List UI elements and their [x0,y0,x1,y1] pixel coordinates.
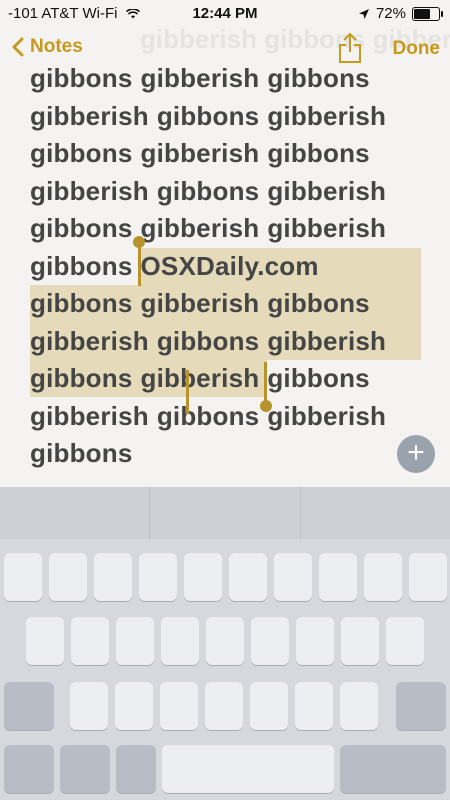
status-right: 72% [358,5,443,22]
note-line: gibbons gibberish gibberish [30,210,430,248]
note-word: gibbons [267,288,370,318]
keyboard-key[interactable] [206,617,244,665]
keyboard-key[interactable] [250,682,288,730]
note-word: gibberish [267,175,387,206]
location-arrow-icon [358,8,369,19]
note-line: gibberish gibbons gibberish [30,98,430,136]
note-word: gibbons [30,288,133,318]
keyboard-key[interactable] [161,617,199,665]
keyboard-trackpad[interactable] [0,487,450,800]
keyboard-key[interactable] [341,617,379,665]
predictive-bar [0,487,450,539]
prediction-slot[interactable] [150,487,301,539]
keyboard-key[interactable] [295,682,333,730]
keyboard-key[interactable] [116,745,156,793]
note-word: gibbons [267,138,370,168]
note-word: gibbons [156,400,260,431]
keyboard-key[interactable] [4,553,42,601]
note-body[interactable]: gibbons gibberish gibbons gibberish gibbons g… [30,60,430,473]
note-word: gibbons [30,250,133,281]
battery-percent: 72% [375,5,406,22]
prediction-slot[interactable] [301,487,450,539]
note-word: gibberish [140,288,260,318]
keyboard-key[interactable] [26,617,64,665]
note-word: gibberish [30,400,149,431]
note-word: OSXDaily.com [140,250,319,281]
keyboard-key[interactable] [184,553,222,601]
keyboard-key[interactable] [116,617,154,665]
keyboard-key[interactable] [274,553,312,601]
note-word: gibberish [267,213,387,243]
note-word: gibberish [140,363,260,393]
chevron-left-icon [12,37,24,57]
prediction-slot[interactable] [0,487,151,539]
done-button[interactable]: Done [393,38,441,60]
keyboard-key[interactable] [94,553,132,601]
note-word: gibberish [140,213,260,243]
text-cursor [186,370,189,414]
back-label: Notes [30,36,83,57]
note-word: gibberish [140,138,260,168]
keyboard-key[interactable] [205,682,243,730]
back-button[interactable]: Notes [12,36,83,58]
keyboard-key[interactable] [340,745,446,793]
note-word: gibbons [30,363,133,393]
note-word: gibberish [267,100,387,131]
note-line: gibbons [30,435,430,473]
note-word: gibberish [267,400,387,431]
note-line: gibberish gibbons gibberish [30,323,430,361]
keyboard-key[interactable] [139,553,177,601]
note-line: gibberish gibbons gibberish [30,173,430,211]
keyboard-key[interactable] [409,553,447,601]
nav-bar: Notes Done [0,28,450,72]
keyboard-key[interactable] [4,682,54,730]
note-word: gibbons [30,213,133,243]
selection-end-handle[interactable] [260,400,272,412]
note-line: gibbons gibberish gibbons [30,360,430,398]
note-word: gibberish [30,100,149,131]
note-line: gibbons gibberish gibbons [30,135,430,173]
keyboard-key[interactable] [364,553,402,601]
status-bar: -101 AT&T Wi-Fi 12:44 PM 72% [0,0,450,28]
keyboard-key[interactable] [160,682,198,730]
note-word: gibberish [30,175,149,206]
keyboard-key[interactable] [296,617,334,665]
keyboard-key[interactable] [396,682,446,730]
keyboard-key[interactable] [60,745,110,793]
share-icon[interactable] [337,32,363,64]
note-word: gibbons [30,138,133,168]
keyboard-key[interactable] [71,617,109,665]
note-word: gibbons [156,175,260,206]
plus-icon[interactable]: + [397,435,435,473]
note-word: gibbons [267,363,370,393]
keyboard-key[interactable] [386,617,424,665]
selection-start-caret [138,246,141,286]
note-line: gibberish gibbons gibberish [30,398,430,436]
keyboard-key[interactable] [340,682,378,730]
keyboard-key[interactable] [162,745,334,793]
keyboard-key[interactable] [115,682,153,730]
keyboard-key[interactable] [70,682,108,730]
note-word: gibbons [30,438,133,468]
selection-end-caret [264,362,267,402]
keyboard-key[interactable] [251,617,289,665]
keyboard-key[interactable] [4,745,54,793]
note-line: gibbons gibberish gibbons [30,285,430,323]
keyboard-key[interactable] [49,553,87,601]
note-line: gibbons OSXDaily.com [30,248,430,286]
note-word: gibbons [156,100,260,131]
battery-fill [414,8,430,19]
battery-icon [412,6,443,21]
keyboard-key[interactable] [229,553,267,601]
keyboard-key[interactable] [319,553,357,601]
note-word: gibbons [156,325,260,356]
note-word: gibberish [30,325,149,356]
note-word: gibberish [267,325,387,356]
